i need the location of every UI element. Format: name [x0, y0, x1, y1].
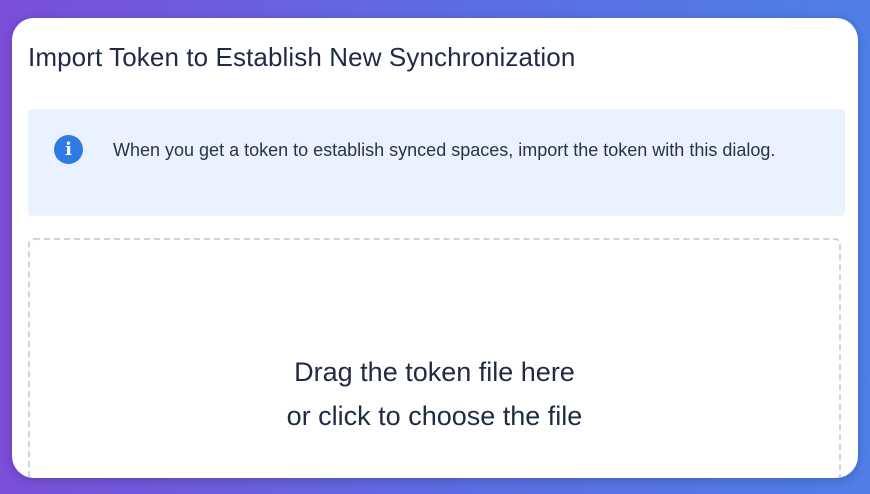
dropzone-drag-text: Drag the token file here	[294, 357, 575, 387]
info-message: When you get a token to establish synced…	[113, 140, 776, 160]
dropzone-instructions: Drag the token file here or click to cho…	[30, 350, 839, 438]
import-token-dialog: Import Token to Establish New Synchroniz…	[12, 18, 858, 478]
token-file-dropzone[interactable]: Drag the token file here or click to cho…	[28, 238, 841, 478]
info-banner: i When you get a token to establish sync…	[28, 109, 845, 216]
dropzone-click-text: or click to choose the file	[286, 401, 583, 431]
dialog-title: Import Token to Establish New Synchroniz…	[28, 42, 576, 72]
info-icon: i	[54, 135, 83, 164]
